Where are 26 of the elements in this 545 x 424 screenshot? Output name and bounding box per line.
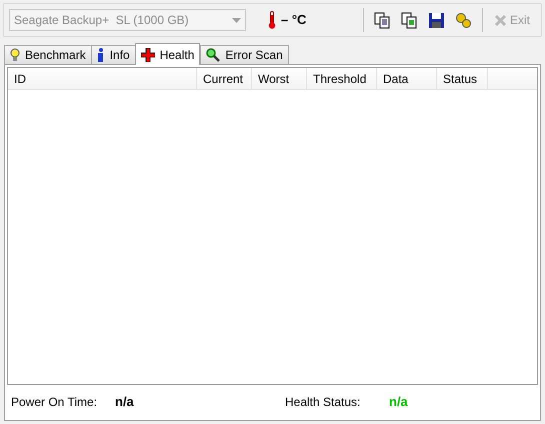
save-icon[interactable] [428, 12, 445, 28]
magnifier-icon [206, 48, 220, 62]
field-value: n/a [389, 393, 409, 412]
dropdown-arrow-icon [232, 18, 241, 22]
tab[interactable]: Benchmark [4, 45, 92, 64]
health-cross-icon [140, 48, 155, 62]
column-header[interactable]: Status [437, 68, 488, 89]
gears-icon[interactable] [454, 12, 472, 28]
column-header[interactable]: Data [377, 68, 437, 89]
tab[interactable]: Info [90, 45, 136, 64]
thermometer-icon [268, 11, 276, 29]
field-label: Power On Time: [11, 394, 98, 411]
tab[interactable]: Error Scan [200, 45, 289, 64]
column-header[interactable]: Worst [252, 68, 307, 89]
field-label: Health Status: [285, 394, 362, 411]
info-icon [96, 48, 105, 62]
column-header[interactable]: ID [8, 68, 197, 89]
copy-image-icon[interactable] [400, 12, 418, 28]
field-value: n/a [115, 393, 135, 412]
tab[interactable]: Health [134, 43, 200, 65]
column-header[interactable]: Current [197, 68, 252, 89]
column-header[interactable]: Threshold [307, 68, 377, 89]
copy-icon[interactable] [374, 12, 391, 28]
temperature-reading: – °C [281, 11, 306, 30]
light-bulb-icon [10, 48, 20, 62]
close-icon [494, 14, 507, 26]
